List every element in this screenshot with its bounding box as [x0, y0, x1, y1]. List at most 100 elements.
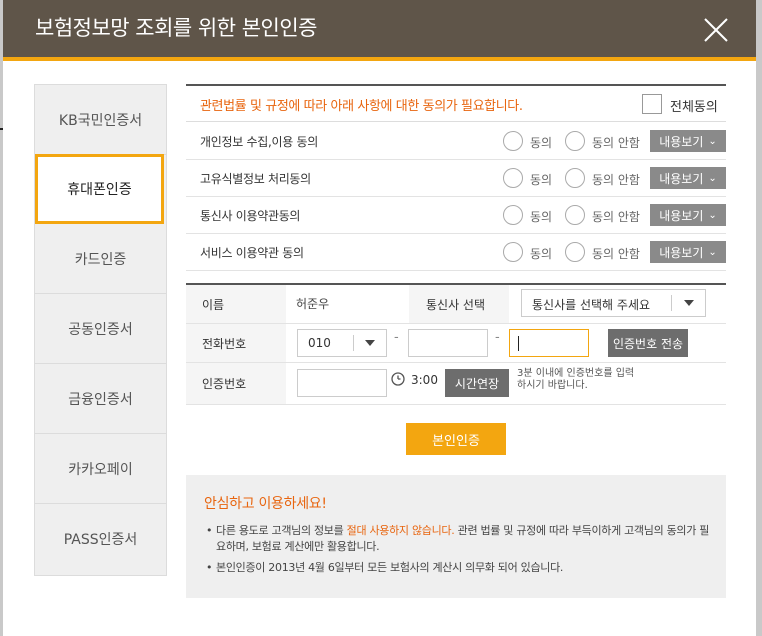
view-content-button[interactable]: 내용보기 ⌄: [650, 241, 726, 263]
verify-submit-button[interactable]: 본인인증: [406, 423, 506, 455]
agreement-row-unique-id: 고유식별정보 처리동의 동의 동의 안함 내용보기 ⌄: [186, 160, 726, 197]
disagree-radio-label: 동의 안함: [592, 210, 640, 224]
view-content-label: 내용보기: [659, 134, 704, 149]
safety-item: • 다른 용도로 고객님의 정보를 절대 사용하지 않습니다. 관련 법률 및 …: [206, 523, 716, 555]
disagree-radio[interactable]: [565, 168, 585, 188]
view-content-label: 내용보기: [659, 245, 704, 260]
sidebar-item-kakaopay[interactable]: 카카오페이: [35, 434, 166, 504]
chevron-down-icon: [684, 300, 694, 306]
sidebar-item-kb[interactable]: KB국민인증서: [35, 85, 166, 155]
close-icon: [704, 18, 728, 42]
agree-radio[interactable]: [503, 131, 523, 151]
phone-dash: -: [394, 330, 399, 345]
phone-label: 전화번호: [186, 324, 286, 362]
agree-radio-label: 동의: [530, 173, 553, 187]
agreement-section: 관련법률 및 규정에 따라 아래 사항에 대한 동의가 필요합니다. 전체동의 …: [186, 84, 726, 274]
safety-list: • 다른 용도로 고객님의 정보를 절대 사용하지 않습니다. 관련 법률 및 …: [206, 523, 716, 581]
modal-title: 보험정보망 조회를 위한 본인인증: [35, 16, 318, 40]
chevron-down-icon: ⌄: [708, 172, 717, 184]
bullet: •: [206, 524, 213, 537]
form-row-name: 이름 허준우 통신사 선택 통신사를 선택해 주세요: [186, 285, 726, 324]
sidebar-item-label: PASS인증서: [63, 532, 138, 548]
sidebar-item-label: 카카오페이: [68, 461, 133, 478]
safety-text: 다른 용도로 고객님의 정보를: [216, 524, 347, 537]
safety-text: 본인인증이 2013년 4월 6일부터 모든 보험사의 계산시 의무화 되어 있…: [216, 561, 564, 574]
agreement-row-carrier-terms: 통신사 이용약관동의 동의 동의 안함 내용보기 ⌄: [186, 197, 726, 234]
disagree-radio[interactable]: [565, 242, 585, 262]
sidebar-item-finance-cert[interactable]: 금융인증서: [35, 364, 166, 434]
view-content-button[interactable]: 내용보기 ⌄: [650, 130, 726, 152]
phone-prefix-select[interactable]: 010: [297, 329, 387, 357]
sidebar-item-joint-cert[interactable]: 공동인증서: [35, 294, 166, 364]
select-divider: [671, 295, 672, 311]
code-label: 인증번호: [186, 363, 286, 404]
agree-radio[interactable]: [503, 168, 523, 188]
safety-emphasis: 절대 사용하지 않습니다.: [346, 524, 455, 537]
select-divider: [353, 335, 354, 351]
auth-method-sidebar: KB국민인증서 휴대폰인증 카드인증 공동인증서 금융인증서 카카오페이 PAS…: [34, 84, 167, 576]
safety-title: 안심하고 이용하세요!: [204, 496, 327, 512]
disagree-radio[interactable]: [565, 131, 585, 151]
agreement-label: 통신사 이용약관동의: [200, 209, 301, 223]
disagree-radio-label: 동의 안함: [592, 136, 640, 150]
agree-all-checkbox[interactable]: [642, 94, 662, 114]
agree-all-label: 전체동의: [670, 100, 718, 115]
sidebar-item-label: KB국민인증서: [58, 112, 143, 129]
form-row-code: 인증번호 3:00 시간연장 3분 이내에 인증번호를 입력하시기 바랍니다.: [186, 363, 726, 405]
sidebar-item-label: 공동인증서: [68, 321, 133, 338]
code-hint: 3분 이내에 인증번호를 입력하시기 바랍니다.: [517, 368, 635, 391]
phone-dash: -: [495, 330, 500, 345]
chevron-down-icon: ⌄: [708, 135, 717, 147]
sidebar-item-label: 금융인증서: [68, 391, 133, 408]
carrier-select[interactable]: 통신사를 선택해 주세요: [521, 289, 706, 317]
carrier-label: 통신사 선택: [409, 285, 509, 323]
form-row-phone: 전화번호 010 - - 인증번호 전송: [186, 324, 726, 363]
header-accent-bar: [3, 57, 756, 61]
agreement-notice: 관련법률 및 규정에 따라 아래 사항에 대한 동의가 필요합니다.: [200, 99, 523, 114]
view-content-button[interactable]: 내용보기 ⌄: [650, 167, 726, 189]
text-caret: [518, 336, 519, 351]
phone-last-input[interactable]: [509, 329, 589, 357]
safety-notice: 안심하고 이용하세요! • 다른 용도로 고객님의 정보를 절대 사용하지 않습…: [186, 475, 726, 598]
auth-modal: 보험정보망 조회를 위한 본인인증 KB국민인증서 휴대폰인증 카드인증 공동인…: [3, 0, 756, 636]
safety-item: • 본인인증이 2013년 4월 6일부터 모든 보험사의 계산시 의무화 되어…: [206, 560, 716, 576]
agreement-label: 고유식별정보 처리동의: [200, 172, 311, 186]
clock-icon: [391, 372, 405, 386]
name-label: 이름: [186, 285, 286, 323]
countdown-timer: 3:00: [411, 373, 438, 387]
carrier-select-value: 통신사를 선택해 주세요: [532, 298, 651, 312]
phone-middle-input[interactable]: [408, 329, 488, 357]
chevron-down-icon: ⌄: [708, 209, 717, 221]
agree-radio[interactable]: [503, 205, 523, 225]
identity-form: 이름 허준우 통신사 선택 통신사를 선택해 주세요 전화번호 010 - - …: [186, 283, 726, 405]
view-content-button[interactable]: 내용보기 ⌄: [650, 204, 726, 226]
agree-radio-label: 동의: [530, 136, 553, 150]
extend-time-button[interactable]: 시간연장: [445, 369, 509, 397]
phone-prefix-value: 010: [308, 336, 331, 350]
view-content-label: 내용보기: [659, 171, 704, 186]
agree-radio[interactable]: [503, 242, 523, 262]
agree-radio-label: 동의: [530, 210, 553, 224]
close-button[interactable]: [702, 16, 730, 44]
chevron-down-icon: ⌄: [708, 246, 717, 258]
agreement-header: 관련법률 및 규정에 따라 아래 사항에 대한 동의가 필요합니다. 전체동의: [186, 86, 726, 122]
disagree-radio-label: 동의 안함: [592, 247, 640, 261]
sidebar-item-pass[interactable]: PASS인증서: [35, 504, 166, 574]
agreement-label: 개인정보 수집,이용 동의: [200, 135, 318, 149]
sidebar-item-label: 휴대폰인증: [67, 182, 132, 198]
view-content-label: 내용보기: [659, 208, 704, 223]
sidebar-item-phone[interactable]: 휴대폰인증: [35, 154, 164, 224]
auth-code-input[interactable]: [297, 369, 387, 397]
disagree-radio[interactable]: [565, 205, 585, 225]
name-value: 허준우: [296, 297, 330, 311]
sidebar-item-card[interactable]: 카드인증: [35, 224, 166, 294]
modal-header: 보험정보망 조회를 위한 본인인증: [3, 0, 756, 57]
agreement-row-privacy: 개인정보 수집,이용 동의 동의 동의 안함 내용보기 ⌄: [186, 123, 726, 160]
agreement-row-service-terms: 서비스 이용약관 동의 동의 동의 안함 내용보기 ⌄: [186, 234, 726, 271]
disagree-radio-label: 동의 안함: [592, 173, 640, 187]
bullet: •: [206, 561, 213, 574]
send-code-button[interactable]: 인증번호 전송: [608, 329, 688, 357]
sidebar-item-label: 카드인증: [74, 251, 127, 268]
chevron-down-icon: [365, 340, 375, 346]
agree-radio-label: 동의: [530, 247, 553, 261]
